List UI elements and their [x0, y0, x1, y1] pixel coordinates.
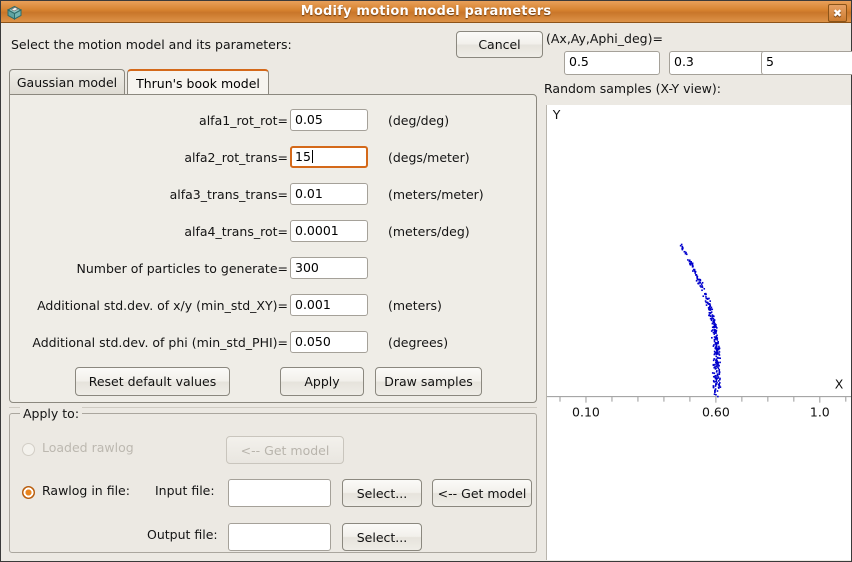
panel-button-row: Reset default values Apply Draw samples	[10, 367, 536, 396]
param-row-min-std-xy: Additional std.dev. of x/y (min_std_XY)=…	[10, 294, 536, 318]
cancel-button[interactable]: Cancel	[456, 31, 543, 58]
param-row-alfa4: alfa4_trans_rot= 0.0001 (meters/deg)	[10, 220, 536, 244]
apply-to-groupbox: Apply to: Loaded rawlog <-- Get model Ra…	[9, 413, 537, 553]
param-unit-min-std-xy: (meters)	[388, 298, 442, 313]
tab-strip: Gaussian model Thrun's book model	[9, 69, 537, 95]
param-input-num-particles[interactable]: 300	[290, 257, 368, 279]
param-input-alfa1[interactable]: 0.05	[290, 109, 368, 131]
output-file-field[interactable]	[228, 523, 331, 551]
panel-divider	[9, 407, 537, 408]
app-icon	[6, 4, 23, 21]
param-unit-alfa1: (deg/deg)	[388, 113, 449, 128]
apply-button[interactable]: Apply	[280, 367, 364, 396]
svg-text:0.10: 0.10	[572, 405, 600, 420]
param-unit-min-std-phi: (degrees)	[388, 335, 448, 350]
apply-to-title: Apply to:	[20, 406, 82, 421]
tab-thruns-book-model[interactable]: Thrun's book model	[127, 69, 269, 96]
param-row-min-std-phi: Additional std.dev. of phi (min_std_PHI)…	[10, 331, 536, 355]
svg-text:0.60: 0.60	[702, 405, 730, 420]
scatter-plot-svg: -0.40-0.200.000.200.400.600.800.100.601.…	[547, 105, 851, 558]
input-file-select-button[interactable]: Select...	[342, 479, 422, 507]
get-model-button[interactable]: <-- Get model	[432, 479, 532, 507]
draw-samples-button[interactable]: Draw samples	[375, 367, 482, 396]
param-row-alfa1: alfa1_rot_rot= 0.05 (deg/deg)	[10, 109, 536, 133]
window-title: Modify motion model parameters	[1, 4, 851, 19]
label-input-file: Input file:	[155, 483, 215, 498]
param-input-alfa2-value: 15	[295, 149, 311, 164]
param-input-alfa2[interactable]: 15	[290, 146, 368, 168]
aphi-field[interactable]: 5	[761, 51, 852, 75]
input-file-field[interactable]	[228, 479, 331, 507]
param-row-num-particles: Number of particles to generate= 300	[10, 257, 536, 281]
param-input-min-std-phi[interactable]: 0.050	[290, 331, 368, 353]
param-label-alfa3: alfa3_trans_trans=	[170, 187, 288, 202]
param-row-alfa2: alfa2_rot_trans= 15 (degs/meter)	[10, 146, 536, 170]
instruction-label: Select the motion model and its paramete…	[11, 37, 292, 52]
param-label-alfa2: alfa2_rot_trans=	[184, 150, 288, 165]
radio-rawlog-in-file[interactable]	[22, 486, 35, 499]
plot-caption: Random samples (X-Y view):	[544, 81, 721, 96]
label-loaded-rawlog: Loaded rawlog	[42, 440, 134, 455]
param-input-alfa4[interactable]: 0.0001	[290, 220, 368, 242]
param-label-alfa1: alfa1_rot_rot=	[199, 113, 288, 128]
param-row-alfa3: alfa3_trans_trans= 0.01 (meters/meter)	[10, 183, 536, 207]
ay-field[interactable]: 0.3	[669, 51, 765, 75]
param-input-alfa3[interactable]: 0.01	[290, 183, 368, 205]
get-model-disabled-button: <-- Get model	[226, 436, 344, 464]
label-rawlog-in-file: Rawlog in file:	[42, 483, 130, 498]
close-icon[interactable]: ✖	[828, 4, 847, 22]
dialog-window: Modify motion model parameters ✖ Select …	[0, 0, 852, 562]
param-label-num-particles: Number of particles to generate=	[77, 261, 288, 276]
param-input-min-std-xy[interactable]: 0.001	[290, 294, 368, 316]
param-label-min-std-xy: Additional std.dev. of x/y (min_std_XY)=	[37, 298, 288, 313]
title-bar: Modify motion model parameters ✖	[1, 1, 851, 23]
plot-left-gutter	[538, 105, 546, 560]
param-unit-alfa2: (degs/meter)	[388, 150, 470, 165]
random-samples-plot[interactable]: -0.40-0.200.000.200.400.600.800.100.601.…	[546, 105, 851, 560]
param-label-alfa4: alfa4_trans_rot=	[184, 224, 288, 239]
radio-loaded-rawlog[interactable]	[22, 443, 35, 456]
reset-default-values-button[interactable]: Reset default values	[75, 367, 230, 396]
svg-text:1.0: 1.0	[810, 405, 830, 420]
svg-text:Y: Y	[552, 107, 561, 122]
svg-text:X: X	[835, 377, 844, 392]
param-unit-alfa4: (meters/deg)	[388, 224, 470, 239]
thruns-model-panel: alfa1_rot_rot= 0.05 (deg/deg) alfa2_rot_…	[9, 94, 537, 403]
param-unit-alfa3: (meters/meter)	[388, 187, 484, 202]
output-file-select-button[interactable]: Select...	[342, 523, 422, 551]
pose-increment-label: (Ax,Ay,Aphi_deg)=	[546, 31, 663, 46]
text-caret	[312, 150, 313, 163]
label-output-file: Output file:	[147, 527, 218, 542]
tab-gaussian-model[interactable]: Gaussian model	[9, 69, 125, 95]
param-label-min-std-phi: Additional std.dev. of phi (min_std_PHI)…	[32, 335, 288, 350]
ax-field[interactable]: 0.5	[564, 51, 660, 75]
